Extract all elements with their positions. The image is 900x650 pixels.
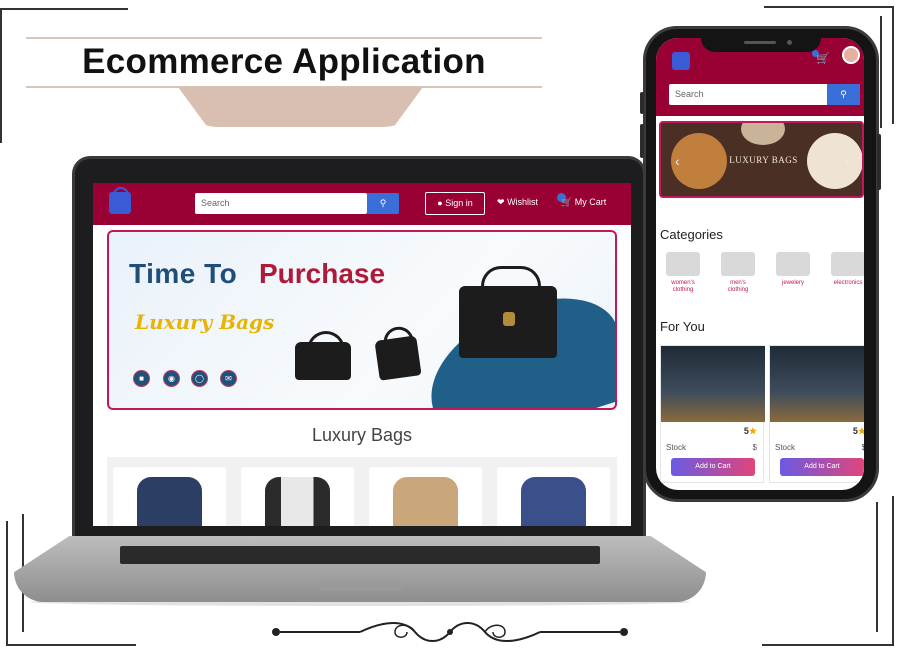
phone-speaker (744, 41, 776, 44)
chevron-left-icon[interactable]: ‹ (675, 153, 680, 169)
cart-label: My Cart (574, 197, 607, 207)
signin-label: Sign in (445, 198, 473, 208)
raglan-shirt-image (265, 477, 330, 526)
category-item[interactable]: jewelery (775, 252, 811, 287)
handbag-small-image (295, 331, 351, 380)
price: $ (861, 443, 864, 452)
category-image (831, 252, 864, 276)
laptop-keyboard (120, 546, 600, 564)
banner-subline: Luxury Bags (135, 310, 275, 334)
bag-top-image (741, 123, 785, 145)
phone-side-button (640, 92, 644, 114)
product-card[interactable] (369, 467, 482, 526)
corner-frame-bottom-right (762, 496, 894, 646)
bus-icon[interactable]: ■ (133, 370, 150, 387)
category-image (776, 252, 810, 276)
banner-headline-part1: Time To (129, 258, 238, 289)
flourish-line-right (540, 631, 620, 633)
signin-button[interactable]: ● Sign in (425, 192, 485, 215)
laptop-screen: Search ⚲ ● Sign in ❤ Wishlist 🛒 My Cart … (93, 183, 631, 526)
category-label: men's clothing (727, 280, 749, 293)
handbag-large-image (459, 265, 557, 358)
flourish-line-left (280, 631, 360, 633)
cart-icon: 🛒 (561, 197, 573, 207)
bag-clasp (503, 312, 515, 326)
category-item[interactable]: electronics (830, 252, 864, 287)
add-to-cart-button[interactable]: Add to Cart (671, 458, 755, 476)
location-icon[interactable]: ◉ (163, 370, 180, 387)
hero-banner[interactable]: Time To Purchase Luxury Bags ■ ◉ ◯ ✉ (107, 230, 617, 410)
phone-search-button[interactable]: ⚲ (827, 84, 860, 105)
laptop-navbar: Search ⚲ ● Sign in ❤ Wishlist 🛒 My Cart (93, 183, 631, 225)
corner-frame-bottom-right-inner (876, 502, 878, 632)
product-card[interactable] (113, 467, 226, 526)
avatar[interactable] (842, 46, 860, 64)
phone-hero-carousel[interactable]: LUXURY BAGS ‹ › (659, 121, 864, 198)
for-you-heading: For You (660, 319, 705, 334)
cart-icon[interactable]: 🛒 (816, 52, 830, 65)
flourish-dot-left (272, 628, 280, 636)
mail-icon[interactable]: ✉ (220, 370, 237, 387)
wishlist-link[interactable]: ❤ Wishlist (497, 197, 538, 208)
price: $ (752, 443, 757, 452)
category-label: women's clothing (671, 280, 695, 293)
star-icon: ★ (748, 426, 757, 436)
product-card[interactable] (497, 467, 610, 526)
laptop-search-button[interactable]: ⚲ (367, 193, 399, 214)
promo-stage: Ecommerce Application Search ⚲ ● Sign in… (0, 0, 900, 650)
product-image (770, 346, 864, 422)
flourish-dot-right (620, 628, 628, 636)
category-item[interactable]: men's clothing (720, 252, 756, 294)
product-grid (107, 457, 617, 526)
title-tab-decoration (178, 87, 423, 127)
stock-label: Stock (775, 443, 796, 452)
phone-screen: 🛒 Search ⚲ LUXURY BAGS ‹ › Categories wo… (656, 38, 864, 490)
category-label: electronics (833, 280, 863, 286)
phone-power-button (877, 134, 881, 190)
shop-bag-logo-icon[interactable] (109, 187, 131, 214)
laptop-search-input[interactable]: Search (195, 193, 367, 214)
page-title: Ecommerce Application (82, 42, 486, 81)
handbag-small-image-2 (374, 335, 422, 381)
star-icon: ★ (857, 426, 864, 436)
wishlist-label: Wishlist (507, 197, 539, 207)
category-label: jewelery (781, 280, 804, 286)
phone-search-input[interactable]: Search (669, 84, 827, 105)
product-card[interactable]: 5★ Stock $ Add to Cart (660, 345, 765, 483)
product-rating: 5★ (744, 426, 757, 437)
product-rating: 5★ (853, 426, 864, 437)
category-item[interactable]: women's clothing (665, 252, 701, 294)
product-card[interactable] (241, 467, 354, 526)
cart-link[interactable]: 🛒 My Cart (561, 197, 606, 208)
shop-bag-logo-icon[interactable] (672, 52, 690, 70)
search-icon: ⚲ (840, 89, 847, 99)
phone-volume-button (640, 124, 644, 158)
user-icon: ● (437, 198, 443, 208)
search-icon: ⚲ (379, 198, 387, 208)
category-image (666, 252, 700, 276)
heart-icon: ❤ (497, 197, 505, 207)
blue-sweater-image (521, 477, 586, 526)
banner-headline-part2: Purchase (259, 258, 386, 289)
corner-frame-top-right-inner (880, 16, 882, 128)
stock-label: Stock (666, 443, 687, 452)
section-title: Luxury Bags (311, 425, 413, 445)
phone-camera (787, 40, 792, 45)
globe-icon[interactable]: ◯ (191, 370, 208, 387)
product-card[interactable]: 5★ Stock $ Add to Cart (769, 345, 864, 483)
category-image (721, 252, 755, 276)
product-image (661, 346, 765, 422)
carousel-caption: LUXURY BAGS (729, 155, 798, 165)
add-to-cart-button[interactable]: Add to Cart (780, 458, 864, 476)
beige-jacket-image (393, 477, 458, 526)
flourish-ornament (359, 622, 541, 642)
title-rule-top (26, 37, 542, 39)
categories-heading: Categories (660, 227, 723, 242)
laptop-notch (318, 583, 404, 591)
chevron-right-icon[interactable]: › (845, 153, 850, 169)
navy-bag-image (137, 477, 202, 526)
